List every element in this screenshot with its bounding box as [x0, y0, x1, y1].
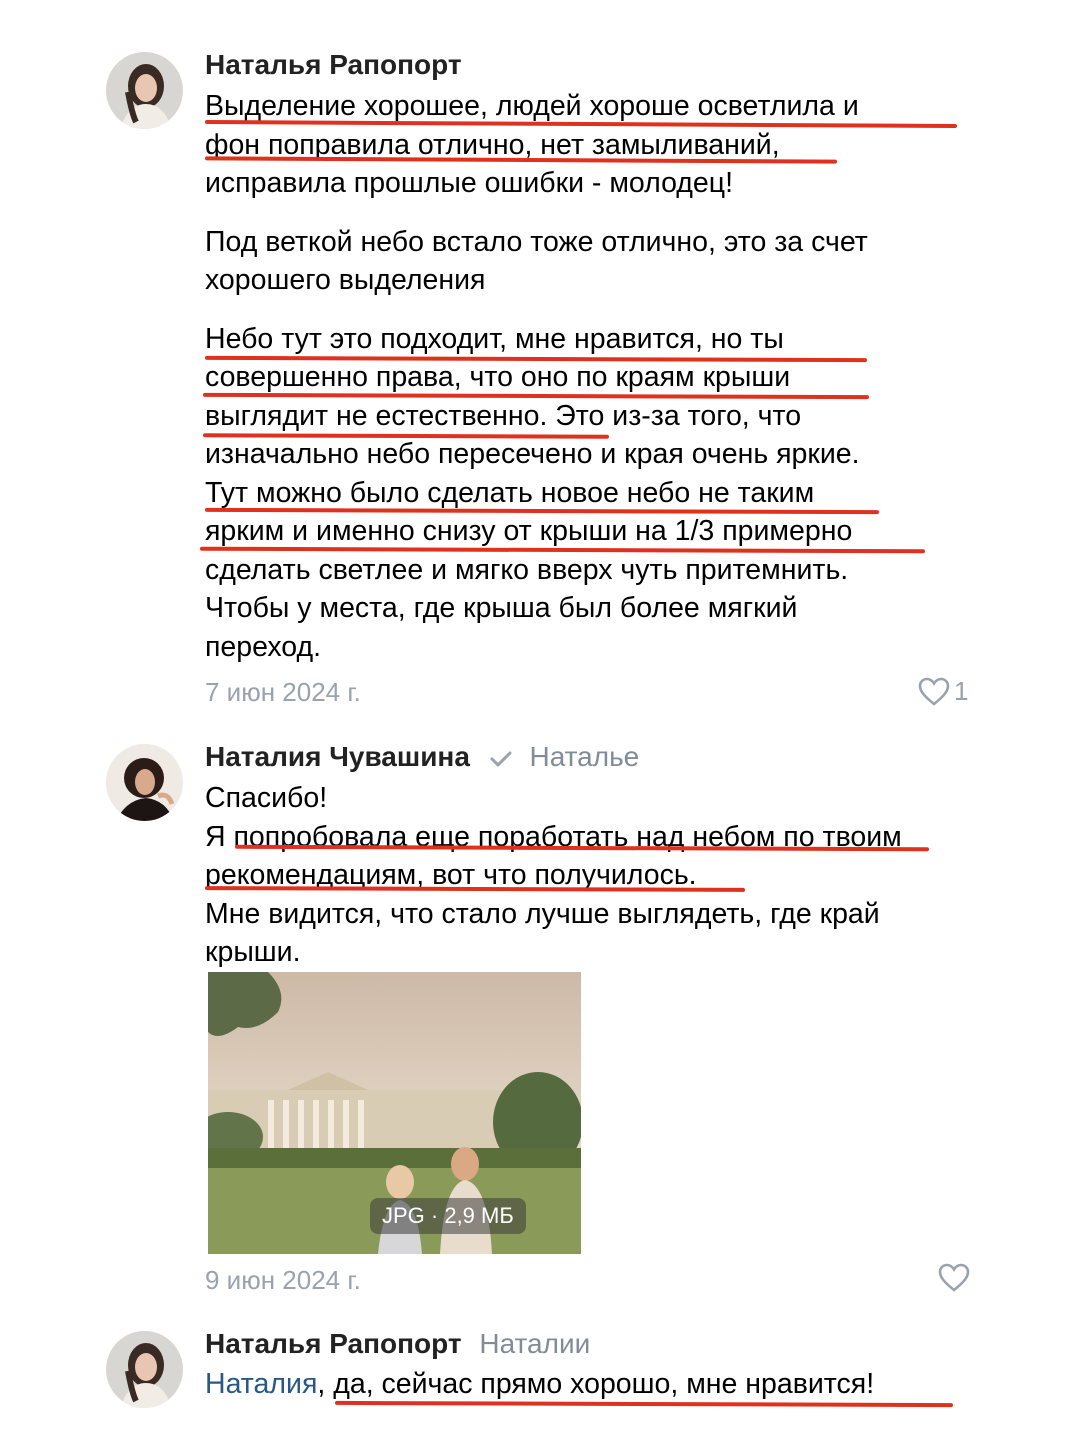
- text-line: Под веткой небо встало тоже отлично, это…: [205, 225, 868, 258]
- text-line: выглядит не естественно. Это из-за того,…: [205, 399, 802, 432]
- heart-icon: [938, 1263, 970, 1293]
- author-name[interactable]: Наталья Рапопорт: [205, 1328, 462, 1359]
- author-name[interactable]: Наталья Рапопорт: [205, 49, 462, 80]
- verified-check-icon: [490, 741, 512, 777]
- text-line: сделать светлее и мягко вверх чуть прите…: [205, 553, 849, 586]
- text-line: хорошего выделения: [205, 264, 486, 296]
- comment-text: Выделение хорошее, людей хороше осветлил…: [205, 87, 1005, 666]
- like-button[interactable]: 1: [918, 676, 968, 707]
- avatar[interactable]: [106, 1331, 183, 1408]
- heart-icon: [918, 677, 950, 707]
- text-line: Наталия, да, сейчас прямо хорошо, мне нр…: [205, 1365, 1005, 1404]
- text-line: Чтобы у места, где крыша был более мягки…: [205, 592, 798, 624]
- avatar[interactable]: [106, 52, 183, 129]
- author-line: Наталья Рапопорт: [205, 47, 462, 83]
- like-button[interactable]: [938, 1263, 970, 1293]
- text-line: ярким и именно снизу от крыши на 1/3 при…: [205, 515, 853, 547]
- text-line: Тут можно было сделать новое небо не так…: [205, 476, 815, 509]
- author-name[interactable]: Наталия Чувашина: [205, 741, 470, 772]
- text-line: Мне видится, что стало лучше выглядеть, …: [205, 897, 880, 930]
- author-line: Наталия Чувашина Наталье: [205, 739, 639, 777]
- reply-to[interactable]: Наталии: [479, 1328, 590, 1359]
- comment-date[interactable]: 7 июн 2024 г.: [205, 676, 361, 708]
- highlight-underline: [334, 1400, 954, 1408]
- text-line: исправила прошлые ошибки - молодец!: [205, 167, 734, 199]
- text-line: переход.: [205, 630, 322, 663]
- text-line: изначально небо пересечено и края очень …: [205, 438, 860, 470]
- reply-to[interactable]: Наталье: [529, 741, 639, 772]
- text-line: Небо тут это подходит, мне нравится, но …: [205, 322, 784, 355]
- comment-date[interactable]: 9 июн 2024 г.: [205, 1264, 361, 1296]
- text-line: крыши.: [205, 936, 301, 968]
- text-line: Спасибо!: [205, 782, 328, 814]
- text-line: совершенно права, что оно по краям крыши: [205, 361, 791, 393]
- photo-attachment[interactable]: JPG · 2,9 МБ: [208, 972, 581, 1254]
- mention-link[interactable]: Наталия: [205, 1368, 317, 1400]
- file-badge: JPG · 2,9 МБ: [370, 1198, 526, 1234]
- like-count: 1: [954, 676, 969, 706]
- comment-text: Наталия, да, сейчас прямо хорошо, мне нр…: [205, 1365, 1005, 1404]
- comment-text: Спасибо! Я попробовала еще поработать на…: [205, 779, 1005, 972]
- reply-text: , да, сейчас прямо хорошо, мне нравится!: [317, 1368, 875, 1400]
- author-line: Наталья Рапопорт Наталии: [205, 1326, 590, 1362]
- avatar[interactable]: [106, 744, 183, 821]
